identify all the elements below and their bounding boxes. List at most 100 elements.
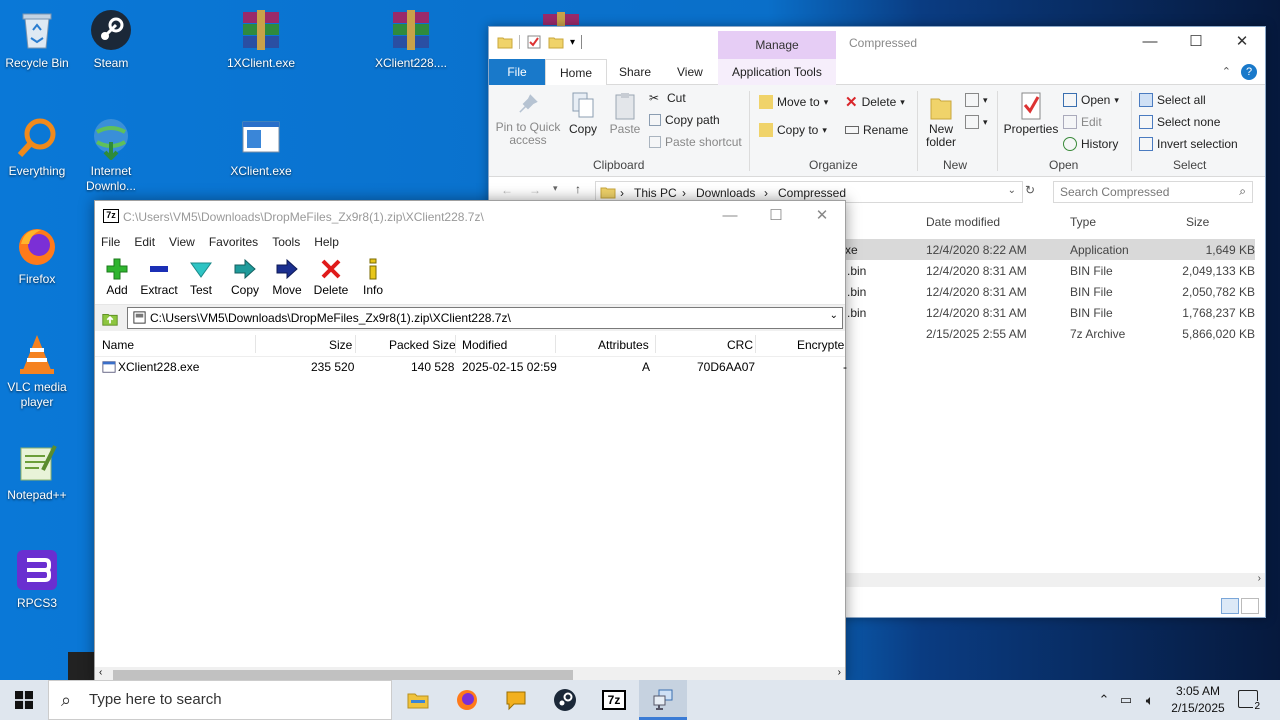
menu-tools[interactable]: Tools <box>272 235 300 249</box>
copy-to-button[interactable]: Copy to ▾ <box>759 121 827 139</box>
column-separator[interactable] <box>755 335 756 353</box>
info-button[interactable]: Info <box>351 257 395 297</box>
volume-icon[interactable]: 🔈︎ <box>1138 692 1162 709</box>
delete-button[interactable]: Delete <box>309 257 353 297</box>
test-button[interactable]: Test <box>179 257 223 297</box>
tab-share[interactable]: Share <box>605 59 665 85</box>
taskbar-steam[interactable] <box>541 680 589 720</box>
column-separator[interactable] <box>555 335 556 353</box>
tab-home[interactable]: Home <box>545 59 608 86</box>
ribbon-collapse-icon[interactable]: ⌃ <box>1222 65 1231 78</box>
close-button[interactable]: ✕ <box>799 201 845 231</box>
menu-view[interactable]: View <box>169 235 195 249</box>
column-separator[interactable] <box>455 335 456 353</box>
taskbar-chat-app[interactable] <box>492 680 540 720</box>
archive-row[interactable]: XClient228.exe 235 520 140 528 2025-02-1… <box>95 357 847 377</box>
7zip-file-manager-window[interactable]: 7z C:\Users\VM5\Downloads\DropMeFiles_Zx… <box>94 200 847 684</box>
7zip-title-bar[interactable]: 7z C:\Users\VM5\Downloads\DropMeFiles_Zx… <box>95 201 845 231</box>
back-arrow-icon[interactable]: ← <box>501 183 513 197</box>
breadcrumb-separator[interactable]: › <box>764 186 768 200</box>
rename-button[interactable]: Rename <box>845 121 908 139</box>
menu-edit[interactable]: Edit <box>134 235 155 249</box>
menu-favorites[interactable]: Favorites <box>209 235 258 249</box>
properties-check-icon[interactable] <box>526 34 542 50</box>
taskbar-network-app[interactable] <box>639 680 687 720</box>
breadcrumb-separator[interactable]: › <box>620 186 624 200</box>
new-folder-icon[interactable] <box>548 34 564 50</box>
extract-button[interactable]: Extract <box>137 257 181 297</box>
desktop-icon-vlc[interactable]: VLC media player <box>0 332 74 410</box>
scrollbar-thumb[interactable] <box>113 670 573 680</box>
desktop-icon-rpcs3[interactable]: RPCS3 <box>0 548 74 611</box>
scroll-right-icon[interactable]: › <box>838 667 841 678</box>
paste-button[interactable]: Paste <box>605 91 645 136</box>
explorer-title-bar[interactable]: ▾ Manage Compressed — ☐ ✕ <box>489 27 1265 59</box>
column-attributes[interactable]: Attributes <box>598 338 649 352</box>
select-none-button[interactable]: Select none <box>1139 113 1220 131</box>
breadcrumb-downloads[interactable]: Downloads <box>696 186 755 200</box>
taskbar-7zip[interactable]: 7z <box>590 680 638 720</box>
minimize-button[interactable]: — <box>707 201 753 231</box>
desktop-icon-partial-archive[interactable] <box>524 4 598 26</box>
add-button[interactable]: Add <box>95 257 139 297</box>
copy-button[interactable]: Copy <box>563 91 603 136</box>
column-separator[interactable] <box>355 335 356 353</box>
desktop-icon-xclient[interactable]: XClient.exe <box>224 116 298 179</box>
scroll-left-icon[interactable]: ‹ <box>99 667 102 678</box>
copy-button[interactable]: Copy <box>223 257 267 297</box>
column-encrypted[interactable]: Encrypte <box>797 338 844 352</box>
tab-application-tools[interactable]: Application Tools <box>718 59 836 85</box>
taskbar-firefox[interactable] <box>443 680 491 720</box>
select-all-button[interactable]: Select all <box>1139 91 1206 109</box>
move-button[interactable]: Move <box>265 257 309 297</box>
column-size[interactable]: Size <box>1186 215 1209 229</box>
address-dropdown-icon[interactable]: ⌄ <box>1008 185 1016 196</box>
desktop-icon-everything[interactable]: Everything <box>0 116 74 179</box>
scroll-right-icon[interactable]: › <box>1258 573 1261 584</box>
recent-locations-icon[interactable]: ▾ <box>553 183 558 194</box>
breadcrumb-compressed[interactable]: Compressed <box>778 186 846 200</box>
column-separator[interactable] <box>655 335 656 353</box>
breadcrumb-separator[interactable]: › <box>682 186 686 200</box>
menu-file[interactable]: File <box>101 235 120 249</box>
maximize-button[interactable]: ☐ <box>753 201 799 231</box>
copy-path-button[interactable]: Copy path <box>649 111 720 129</box>
large-icons-view-icon[interactable] <box>1241 598 1259 614</box>
taskbar-file-explorer[interactable] <box>394 680 442 720</box>
pin-to-quick-access-button[interactable]: Pin to Quick access <box>493 91 563 147</box>
column-date-modified[interactable]: Date modified <box>926 215 1000 229</box>
open-button[interactable]: Open ▾ <box>1063 91 1119 109</box>
help-icon[interactable]: ? <box>1241 64 1257 80</box>
tab-view[interactable]: View <box>663 59 717 85</box>
path-dropdown-icon[interactable]: ⌄ <box>830 310 838 321</box>
menu-help[interactable]: Help <box>314 235 339 249</box>
desktop-icon-notepadpp[interactable]: Notepad++ <box>0 440 74 503</box>
breadcrumb-this-pc[interactable]: This PC <box>634 186 677 200</box>
easy-access-button[interactable]: ▾ <box>965 113 988 131</box>
edit-button[interactable]: Edit <box>1063 113 1102 131</box>
cut-button[interactable]: ✂ Cut <box>649 89 686 107</box>
invert-selection-button[interactable]: Invert selection <box>1139 135 1238 153</box>
7zip-path-input[interactable]: C:\Users\VM5\Downloads\DropMeFiles_Zx9r8… <box>127 307 843 329</box>
maximize-button[interactable]: ☐ <box>1173 27 1219 57</box>
column-modified[interactable]: Modified <box>462 338 507 352</box>
new-item-button[interactable]: ▾ <box>965 91 988 109</box>
desktop-icon-internet-download[interactable]: Internet Downlo... <box>74 116 148 194</box>
delete-button[interactable]: ✕ Delete ▾ <box>845 93 905 111</box>
column-type[interactable]: Type <box>1070 215 1096 229</box>
column-separator[interactable] <box>255 335 256 353</box>
desktop-icon-recycle-bin[interactable]: Recycle Bin <box>0 8 74 71</box>
tab-file[interactable]: File <box>489 59 545 85</box>
show-hidden-icons-icon[interactable]: ⌃ <box>1094 692 1114 708</box>
minimize-button[interactable]: — <box>1127 27 1173 57</box>
forward-arrow-icon[interactable]: → <box>529 183 541 197</box>
taskbar-clock[interactable]: 3:05 AM 2/15/2025 <box>1160 683 1236 717</box>
properties-button[interactable]: Properties <box>1001 91 1061 136</box>
move-to-button[interactable]: Move to ▾ <box>759 93 828 111</box>
tab-manage[interactable]: Manage <box>718 31 836 59</box>
windows-start-icon[interactable] <box>15 691 33 709</box>
folder-icon[interactable] <box>497 34 513 50</box>
column-crc[interactable]: CRC <box>727 338 753 352</box>
desktop-icon-1xclient[interactable]: 1XClient.exe <box>224 8 298 71</box>
history-button[interactable]: History <box>1063 135 1118 153</box>
